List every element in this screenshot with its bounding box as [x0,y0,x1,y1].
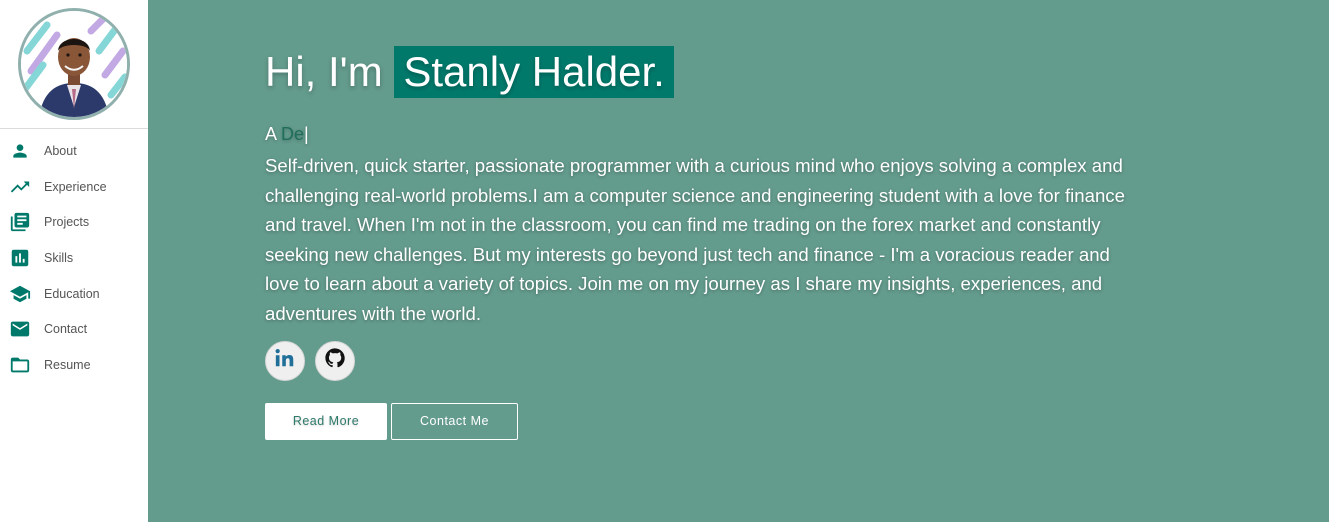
mail-icon [9,318,31,340]
bio-text: Self-driven, quick starter, passionate p… [265,155,1125,324]
hero-actions: Read More Contact Me [265,402,1165,440]
sidebar-item-education[interactable]: Education [0,276,148,312]
avatar-image [21,11,127,117]
avatar-container [0,0,148,129]
sidebar-item-experience[interactable]: Experience [0,169,148,205]
sidebar-item-label: Experience [44,179,107,194]
hero-content: Hi, I'm Stanly Halder. A De| Self-driven… [265,46,1165,440]
sidebar-item-label: Skills [44,250,74,265]
greeting-prefix: Hi, I'm [265,48,383,95]
linkedin-icon [274,347,296,374]
sidebar-item-label: About [44,143,77,158]
sidebar-item-projects[interactable]: Projects [0,204,148,240]
page-title: Hi, I'm Stanly Halder. [265,46,1165,98]
folder-icon [9,354,31,376]
sidebar-item-label: Projects [44,215,90,230]
social-links [265,340,1165,382]
hero-section: Hi, I'm Stanly Halder. A De| Self-driven… [148,0,1329,522]
school-icon [9,283,31,305]
sidebar-item-contact[interactable]: Contact [0,311,148,347]
bar-chart-icon [9,247,31,269]
person-icon [9,140,31,162]
read-more-button[interactable]: Read More [265,402,387,440]
trending-up-icon [9,176,31,198]
typed-prefix: A [265,124,277,144]
name-highlight: Stanly Halder. [394,46,674,98]
sidebar-item-resume[interactable]: Resume [0,347,148,383]
typing-cursor: | [304,124,309,144]
library-books-icon [9,211,31,233]
typed-role: A De| [265,123,1165,145]
typed-text: De [281,124,305,144]
sidebar-nav: About Experience Projects Skills Educati… [0,129,148,383]
sidebar-item-skills[interactable]: Skills [0,240,148,276]
github-link[interactable] [315,340,355,381]
sidebar-item-about[interactable]: About [0,133,148,169]
sidebar-item-label: Resume [44,357,91,372]
sidebar: About Experience Projects Skills Educati… [0,0,148,522]
sidebar-item-label: Education [44,286,100,301]
avatar [18,8,130,120]
sidebar-item-label: Contact [44,322,88,337]
linkedin-link[interactable] [265,340,305,381]
github-icon [324,347,346,374]
contact-me-button[interactable]: Contact Me [391,402,518,440]
